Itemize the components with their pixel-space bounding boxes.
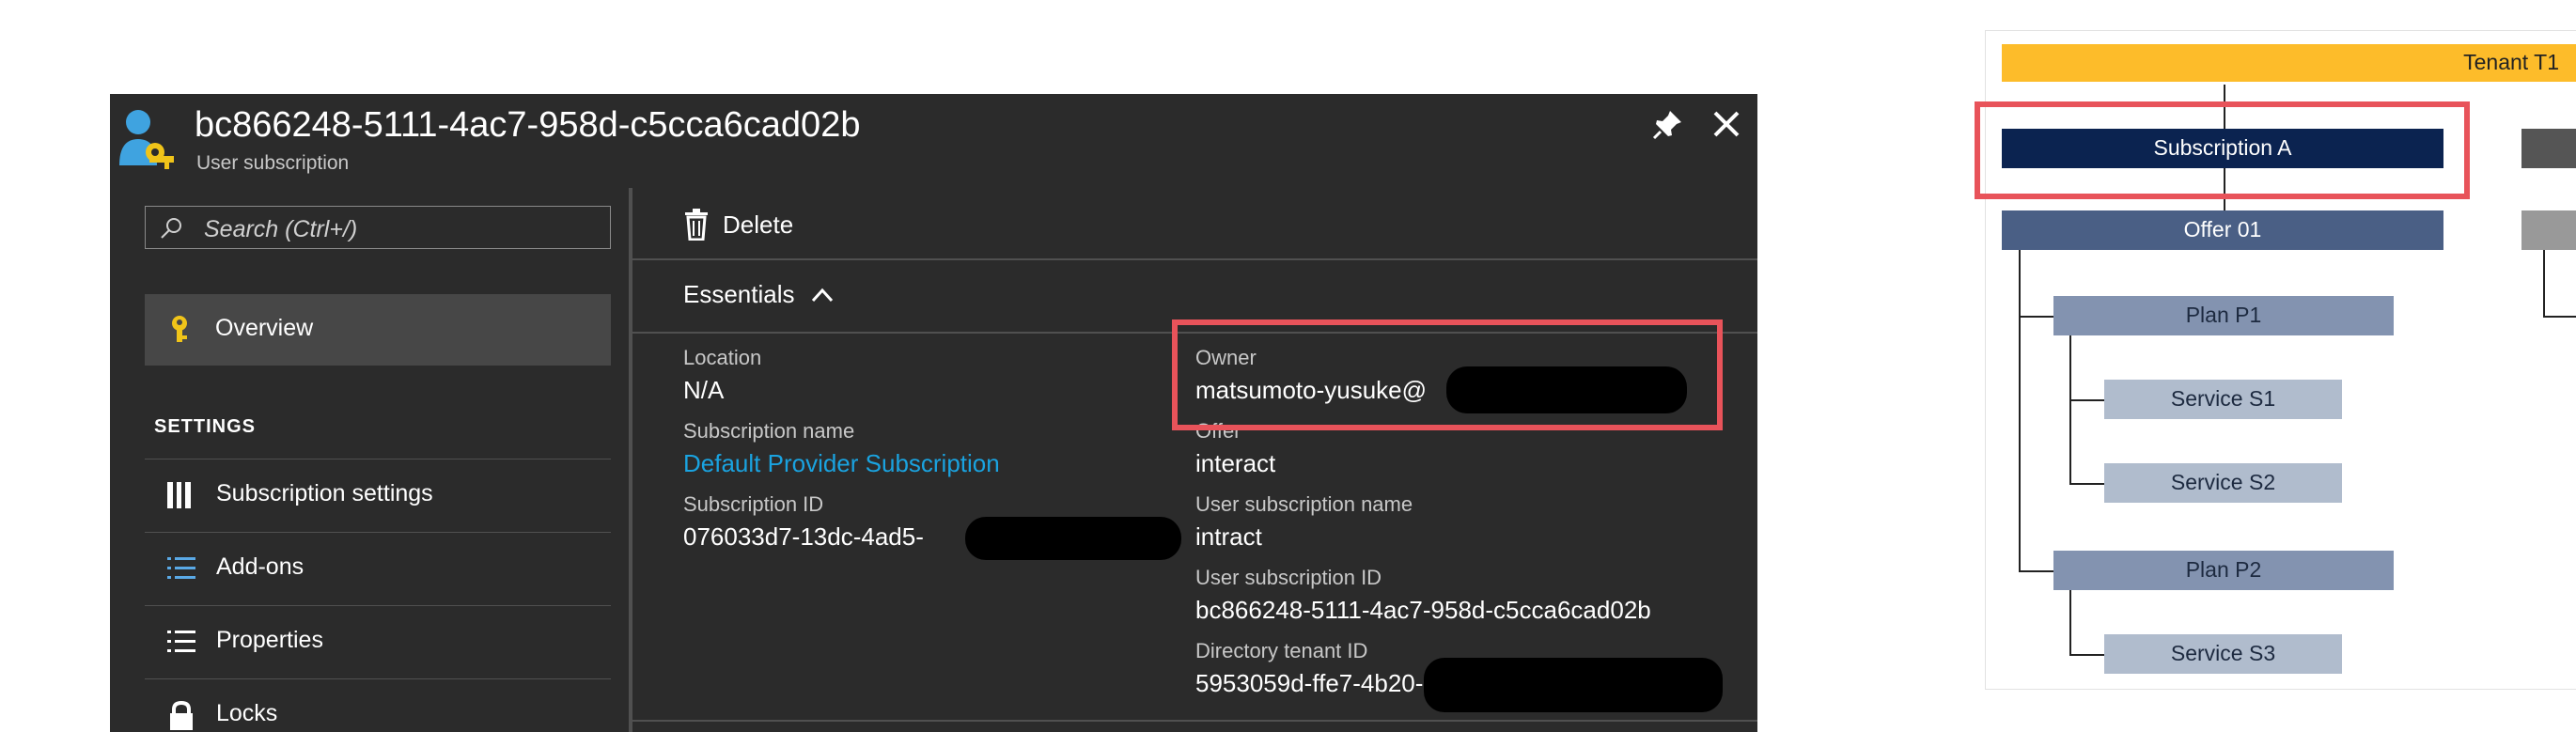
nav-label-locks: Locks [216,700,278,726]
list-icon [167,557,195,579]
directory-tenant-id-value: 5953059d-ffe7-4b20- [1195,669,1424,697]
subscription-user-key-icon [119,110,174,169]
close-icon[interactable] [1708,105,1745,143]
subscription-name-link[interactable]: Default Provider Subscription [683,449,1000,478]
plan-node: Plan P1 [2053,296,2394,335]
connector-line [2069,590,2071,656]
delete-button-label: Delete [723,210,794,239]
nav-item-add-ons[interactable]: Add-ons [145,532,611,604]
nav-item-subscription-settings[interactable]: Subscription settings [145,459,611,531]
settings-bars-icon [167,482,191,508]
directory-tenant-id-label: Directory tenant ID [1195,639,1368,662]
location-label: Location [683,346,762,369]
trash-icon [685,209,708,241]
bottom-divider [632,720,1757,722]
connector-line [2543,316,2576,318]
redaction-mark [1424,658,1723,712]
connector-line [2069,654,2105,656]
key-icon [172,316,187,342]
service-node: Service S2 [2104,463,2342,503]
connector-line [2069,335,2071,485]
sibling-offer-node [2521,210,2576,250]
user-subscription-id-label: User subscription ID [1195,566,1382,589]
connector-line [2019,316,2054,318]
essentials-label: Essentials [683,280,795,308]
user-subscription-id-value: bc866248-5111-4ac7-958d-c5cca6cad02b [1195,596,1651,624]
service-node: Service S3 [2104,634,2342,674]
owner-highlight-box [1172,319,1723,430]
blade-subtitle: User subscription [196,152,350,174]
service-node: Service S1 [2104,380,2342,419]
subscription-id-label: Subscription ID [683,492,824,516]
nav-label-properties: Properties [216,627,323,653]
nav-item-properties[interactable]: Properties [145,605,611,677]
connector-line [2543,250,2545,318]
user-subscription-name-value: intract [1195,522,1262,551]
subscription-highlight-box [1975,101,2470,199]
nav-label-overview: Overview [215,315,314,341]
search-input[interactable]: Search (Ctrl+/) [145,206,611,249]
pin-icon[interactable] [1651,107,1685,141]
connector-line [2019,570,2054,572]
search-placeholder: Search (Ctrl+/) [204,216,358,242]
nav-label-subscription-settings: Subscription settings [216,480,433,506]
chevron-up-icon [811,288,834,303]
settings-section-header: SETTINGS [154,416,257,437]
user-subscription-name-label: User subscription name [1195,492,1413,516]
blade-title: bc866248-5111-4ac7-958d-c5cca6cad02b [195,105,861,145]
location-value: N/A [683,376,725,404]
pane-divider [629,188,632,732]
subscription-name-label: Subscription name [683,419,855,443]
command-bar-divider [632,258,1757,260]
offer-node: Offer 01 [2002,210,2443,250]
plan-node: Plan P2 [2053,551,2394,590]
properties-icon [167,631,195,652]
nav-item-overview[interactable]: Overview [145,294,611,366]
lock-icon [170,700,193,730]
sibling-subscription-node [2521,129,2576,168]
user-subscription-blade: bc866248-5111-4ac7-958d-c5cca6cad02b Use… [110,94,1757,732]
subscription-id-value: 076033d7-13dc-4ad5- [683,522,924,551]
connector-line [2069,483,2105,485]
tenant-node: Tenant T1 [2002,44,2576,82]
connector-line [2069,399,2105,401]
redaction-mark [965,517,1181,560]
connector-line [2019,249,2021,572]
offer-value: interact [1195,449,1276,477]
nav-item-locks[interactable]: Locks [145,678,611,732]
nav-label-add-ons: Add-ons [216,553,304,580]
search-icon [161,218,181,239]
essentials-toggle[interactable]: Essentials [683,280,834,309]
